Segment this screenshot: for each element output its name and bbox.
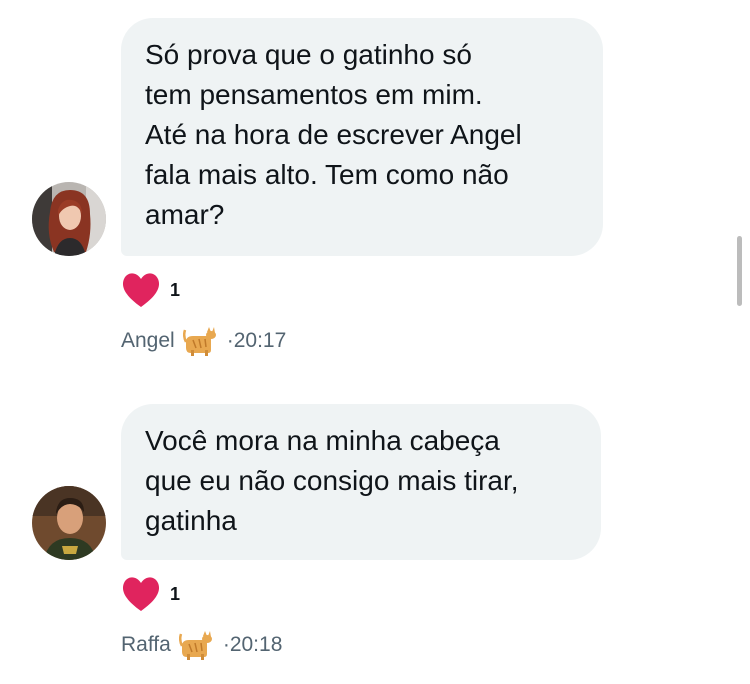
avatar-photo bbox=[32, 486, 106, 560]
sender-name: Raffa bbox=[121, 633, 171, 656]
timestamp: ·20:18 bbox=[222, 633, 283, 656]
heart-icon bbox=[120, 270, 162, 310]
message-bubble[interactable]: Só prova que o gatinho só tem pensamento… bbox=[121, 18, 603, 256]
reaction-count: 1 bbox=[170, 279, 181, 300]
avatar-photo bbox=[32, 182, 106, 256]
avatar[interactable] bbox=[32, 486, 106, 560]
avatar[interactable] bbox=[32, 182, 106, 256]
cat-emoji-icon bbox=[182, 326, 217, 356]
reaction-button[interactable]: 1 bbox=[120, 574, 180, 614]
timestamp: ·20:17 bbox=[226, 329, 287, 352]
message-meta: Angel ·20:17 bbox=[121, 326, 286, 356]
sender-name: Angel bbox=[121, 329, 175, 352]
cat-emoji-icon bbox=[178, 630, 213, 660]
reaction-button[interactable]: 1 bbox=[120, 270, 180, 310]
reaction-count: 1 bbox=[170, 583, 181, 604]
message-meta: Raffa ·20:18 bbox=[121, 630, 282, 660]
scrollbar[interactable] bbox=[737, 236, 742, 306]
message-bubble[interactable]: Você mora na minha cabeça que eu não con… bbox=[121, 404, 601, 560]
heart-icon bbox=[120, 574, 162, 614]
